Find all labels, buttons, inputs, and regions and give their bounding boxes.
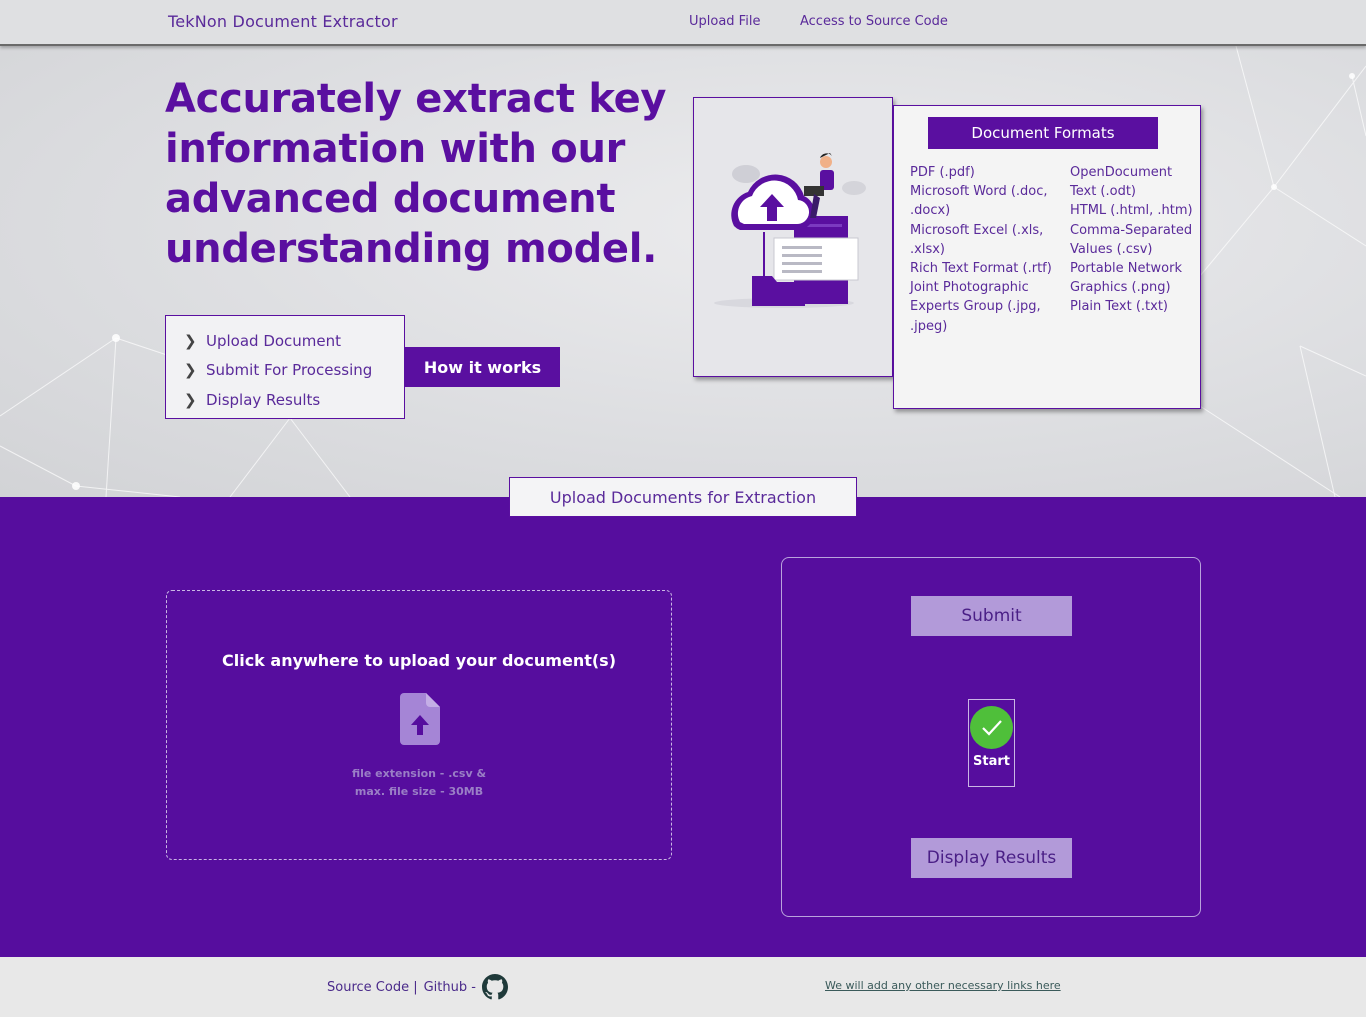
step-label: Display Results xyxy=(206,390,321,409)
note-line: file extension - .csv & xyxy=(351,767,487,780)
footer: Source Code | Github - We will add any o… xyxy=(0,957,1366,1017)
cloud-upload-illustration xyxy=(714,153,866,308)
nav-upload-file[interactable]: Upload File xyxy=(689,14,760,29)
chevron-right-icon: ❯ xyxy=(184,361,197,380)
step-display-results[interactable]: ❯ Display Results xyxy=(184,385,404,415)
dropzone-title: Click anywhere to upload your document(s… xyxy=(221,651,616,670)
step-submit-processing[interactable]: ❯ Submit For Processing xyxy=(184,356,404,386)
nav-source-code[interactable]: Access to Source Code xyxy=(800,14,948,29)
step-label: Submit For Processing xyxy=(206,361,373,380)
document-formats-card: Document Formats PDF (.pdf) Microsoft Wo… xyxy=(893,105,1201,409)
top-navbar: TekNon Document Extractor Upload File Ac… xyxy=(0,0,1366,46)
format-item: PDF (.pdf) xyxy=(910,165,975,180)
formats-title: Document Formats xyxy=(928,117,1158,149)
formats-left-column: PDF (.pdf) Microsoft Word (.doc, .docx) … xyxy=(910,163,1060,336)
illustration-card xyxy=(693,97,893,377)
github-icon[interactable] xyxy=(481,974,508,1000)
brand-title[interactable]: TekNon Document Extractor xyxy=(168,12,398,31)
steps-list: ❯ Upload Document ❯ Submit For Processin… xyxy=(165,315,405,419)
format-item: OpenDocument Text (.odt) xyxy=(1070,165,1173,200)
file-upload-icon xyxy=(400,693,440,745)
step-label: Upload Document xyxy=(206,331,342,350)
github-link-label[interactable]: Github - xyxy=(424,980,476,995)
start-label: Start xyxy=(973,754,1010,769)
upload-dropzone[interactable]: Click anywhere to upload your document(s… xyxy=(166,590,672,860)
start-indicator[interactable]: Start xyxy=(968,699,1015,787)
note-line: max. file size - 30MB xyxy=(354,785,484,798)
upload-section-title: Upload Documents for Extraction xyxy=(509,477,857,517)
action-panel: Submit Start Display Results xyxy=(781,557,1201,917)
format-item: HTML (.html, .htm) xyxy=(1070,203,1193,219)
how-it-works-button[interactable]: How it works xyxy=(405,347,560,387)
format-item: Portable Network Graphics (.png) xyxy=(1070,261,1183,296)
hero-headline: Accurately extract key information with … xyxy=(165,76,667,272)
submit-button[interactable]: Submit xyxy=(911,596,1072,636)
footer-links: Source Code | Github - xyxy=(327,974,508,1000)
check-icon xyxy=(970,706,1013,749)
chevron-right-icon: ❯ xyxy=(184,390,197,409)
source-code-link[interactable]: Source Code | xyxy=(327,980,418,995)
format-item: Comma-Separated Values (.csv) xyxy=(1070,222,1193,257)
chevron-right-icon: ❯ xyxy=(184,331,197,350)
display-results-button[interactable]: Display Results xyxy=(911,838,1072,878)
format-item: Joint Photographic Experts Group (.jpg, … xyxy=(910,280,1041,334)
hero-section: Accurately extract key information with … xyxy=(0,46,1366,497)
formats-right-column: OpenDocument Text (.odt) HTML (.html, .h… xyxy=(1070,163,1194,317)
format-item: Microsoft Word (.doc, .docx) xyxy=(910,184,1048,219)
format-item: Rich Text Format (.rtf) xyxy=(910,261,1052,277)
dropzone-note: file extension - .csv & max. file size -… xyxy=(167,765,671,801)
step-upload-document[interactable]: ❯ Upload Document xyxy=(184,326,404,356)
other-links[interactable]: We will add any other necessary links he… xyxy=(825,979,1061,992)
format-item: Microsoft Excel (.xls, .xlsx) xyxy=(910,222,1044,257)
format-item: Plain Text (.txt) xyxy=(1070,299,1168,315)
